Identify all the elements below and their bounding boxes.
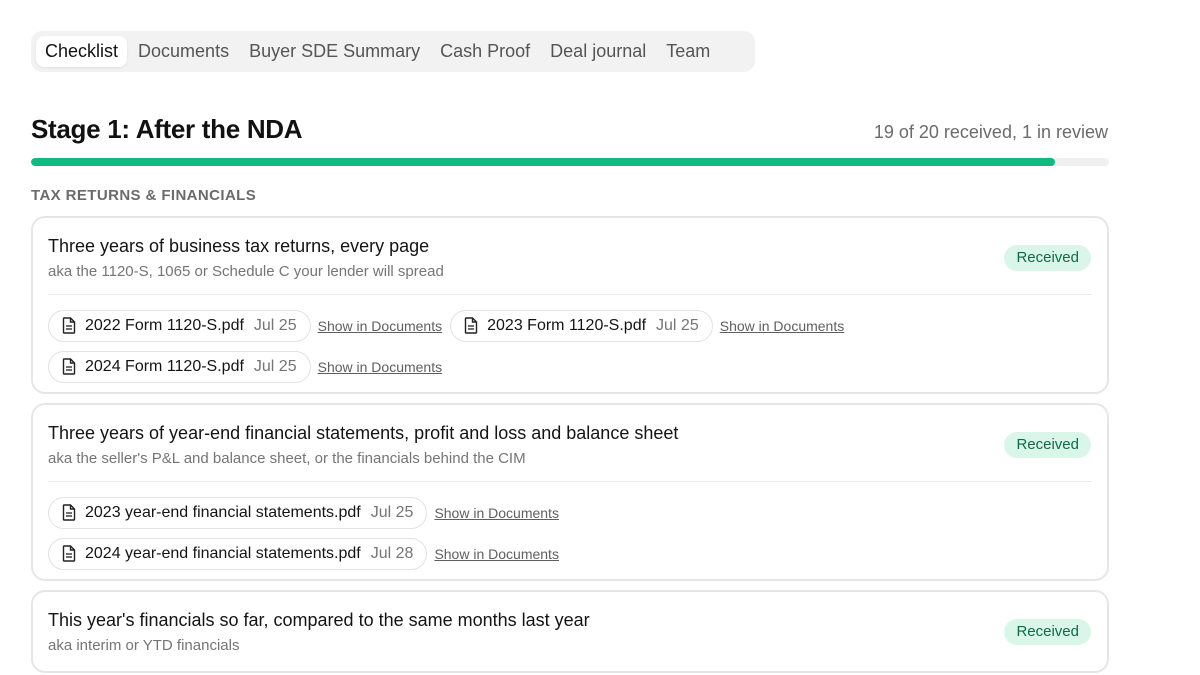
tab-checklist[interactable]: Checklist xyxy=(36,36,128,67)
status-badge: Received xyxy=(1004,432,1091,458)
tab-buyer-sde-summary[interactable]: Buyer SDE Summary xyxy=(240,36,429,67)
tab-deal-journal[interactable]: Deal journal xyxy=(541,36,655,67)
document-icon xyxy=(62,358,76,375)
file-date: Jul 25 xyxy=(656,316,699,334)
item-aka: aka the seller's P&L and balance sheet, … xyxy=(48,450,526,467)
status-badge: Received xyxy=(1004,619,1091,645)
show-in-documents-link[interactable]: Show in Documents xyxy=(318,359,443,375)
item-title: Three years of year-end financial statem… xyxy=(48,423,679,443)
file-chip[interactable]: 2024 Form 1120-S.pdf Jul 25 xyxy=(48,350,311,383)
document-icon xyxy=(62,545,76,562)
checklist-item-interim-financials: This year's financials so far, compared … xyxy=(31,590,1109,673)
section-label: TAX RETURNS & FINANCIALS xyxy=(31,187,257,204)
file-chip[interactable]: 2022 Form 1120-S.pdf Jul 25 xyxy=(48,309,311,342)
item-title: This year's financials so far, compared … xyxy=(48,610,590,630)
file-name: 2024 Form 1120-S.pdf xyxy=(85,357,244,375)
stage-progress-fill xyxy=(31,158,1056,166)
item-aka: aka the 1120-S, 1065 or Schedule C your … xyxy=(48,263,444,280)
stage-title: Stage 1: After the NDA xyxy=(31,114,303,144)
checklist-item-financial-statements: Three years of year-end financial statem… xyxy=(31,403,1109,581)
file-chip[interactable]: 2024 year-end financial statements.pdf J… xyxy=(48,537,428,570)
file-name: 2023 Form 1120-S.pdf xyxy=(487,316,647,334)
document-icon xyxy=(62,504,76,521)
stage-progress-bar xyxy=(31,158,1109,166)
show-in-documents-link[interactable]: Show in Documents xyxy=(434,505,559,521)
file-name: 2023 year-end financial statements.pdf xyxy=(85,503,361,521)
show-in-documents-link[interactable]: Show in Documents xyxy=(720,318,845,334)
tab-bar: Checklist Documents Buyer SDE Summary Ca… xyxy=(31,31,755,72)
file-name: 2024 year-end financial statements.pdf xyxy=(85,544,361,562)
file-date: Jul 28 xyxy=(370,544,414,562)
tab-team[interactable]: Team xyxy=(657,36,719,67)
document-icon xyxy=(62,317,76,334)
file-chip[interactable]: 2023 Form 1120-S.pdf Jul 25 xyxy=(450,309,713,342)
stage-status-text: 19 of 20 received, 1 in review xyxy=(873,122,1108,142)
tab-documents[interactable]: Documents xyxy=(129,36,238,67)
show-in-documents-link[interactable]: Show in Documents xyxy=(318,318,443,334)
file-list: 2022 Form 1120-S.pdf Jul 25 Show in Docu… xyxy=(33,295,1107,387)
item-title: Three years of business tax returns, eve… xyxy=(48,236,430,256)
checklist-item-tax-returns: Three years of business tax returns, eve… xyxy=(31,216,1109,394)
file-chip[interactable]: 2023 year-end financial statements.pdf J… xyxy=(48,496,428,529)
show-in-documents-link[interactable]: Show in Documents xyxy=(434,546,559,562)
file-date: Jul 25 xyxy=(253,357,297,375)
file-date: Jul 25 xyxy=(370,503,414,521)
item-aka: aka interim or YTD financials xyxy=(48,637,240,654)
status-badge: Received xyxy=(1004,245,1091,271)
tab-cash-proof[interactable]: Cash Proof xyxy=(431,36,539,67)
document-icon xyxy=(464,317,478,334)
file-date: Jul 25 xyxy=(253,316,297,334)
file-list: 2023 year-end financial statements.pdf J… xyxy=(33,482,1107,574)
file-name: 2022 Form 1120-S.pdf xyxy=(85,316,244,334)
